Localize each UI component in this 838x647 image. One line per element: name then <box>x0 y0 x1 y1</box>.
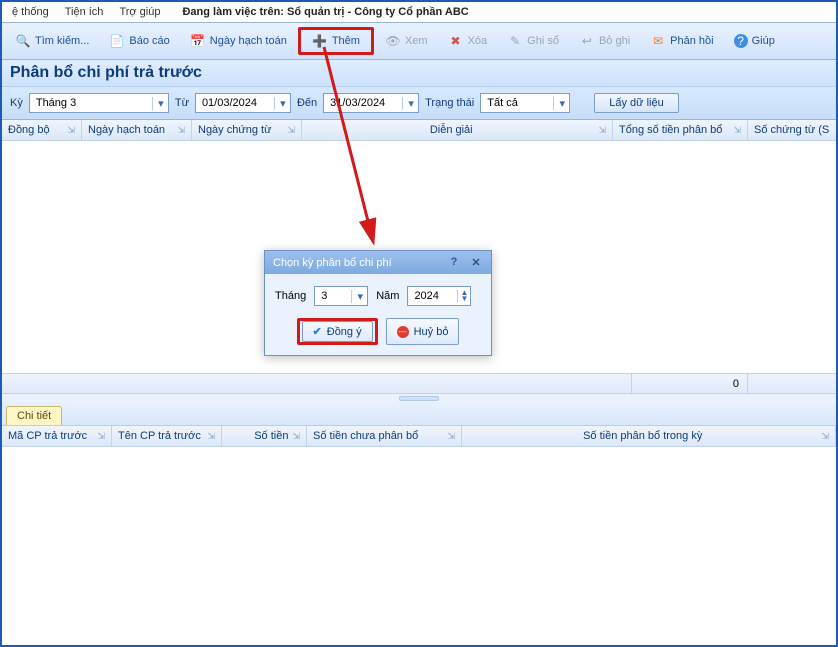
col-so-tien-pb-trong-ky[interactable]: Số tiền phân bổ trong kỳ⇲ <box>462 426 836 446</box>
to-label: Đến <box>297 97 317 109</box>
col-so-tien[interactable]: Số tiền⇲ <box>222 426 307 446</box>
month-dropdown[interactable]: 3▾ <box>314 286 368 306</box>
dialog-title: Chọn kỳ phân bổ chi phí <box>273 257 392 269</box>
pin-icon: ⇲ <box>287 125 295 136</box>
grid1-header: Đồng bộ⇲ Ngày hạch toán⇲ Ngày chứng từ⇲ … <box>2 120 836 141</box>
status-dropdown[interactable]: Tất cả▾ <box>480 93 570 113</box>
chevron-down-icon: ▾ <box>351 290 365 303</box>
help-icon: ? <box>734 34 748 48</box>
spinner-buttons[interactable]: ▲▼ <box>457 290 469 302</box>
col-tong-so-tien[interactable]: Tổng số tiền phân bổ⇲ <box>613 120 748 140</box>
pin-icon: ⇲ <box>67 125 75 136</box>
menubar: ệ thống Tiện ích Trợ giúp Đang làm việc … <box>2 2 836 23</box>
page-title: Phân bổ chi phí trả trước <box>2 60 836 87</box>
chevron-down-icon: ▾ <box>402 97 416 110</box>
cancel-icon: — <box>397 326 409 338</box>
pin-icon: ⇲ <box>177 125 185 136</box>
menu-he-thong[interactable]: ệ thống <box>6 4 55 20</box>
record-button[interactable]: ✎ Ghi sổ <box>498 30 568 52</box>
pin-icon: ⇲ <box>733 125 741 136</box>
add-button[interactable]: ➕ Thêm <box>303 30 369 52</box>
col-so-tien-chua-pb[interactable]: Số tiền chưa phân bổ⇲ <box>307 426 462 446</box>
from-label: Từ <box>175 97 189 109</box>
menu-tro-giup[interactable]: Trợ giúp <box>113 4 166 20</box>
pin-icon: ⇲ <box>97 431 105 442</box>
highlight-add: ➕ Thêm <box>298 27 374 55</box>
report-icon: 📄 <box>109 33 125 49</box>
cancel-button[interactable]: — Huỷ bỏ <box>386 318 460 345</box>
to-date-input[interactable]: 31/03/2024▾ <box>323 93 419 113</box>
dialog-chon-ky-phan-bo: Chọn kỳ phân bổ chi phí ? ✕ Tháng 3▾ Năm… <box>264 250 492 356</box>
feedback-button[interactable]: ✉ Phản hồi <box>641 30 722 52</box>
menu-tien-ich[interactable]: Tiện ích <box>59 4 110 20</box>
check-icon: ✔ <box>313 325 322 338</box>
col-dong-bo[interactable]: Đồng bộ⇲ <box>2 120 82 140</box>
grid1-total: 0 <box>631 374 748 393</box>
pin-icon: ⇲ <box>821 431 829 442</box>
eye-icon: 👁 <box>385 33 401 49</box>
from-date-input[interactable]: 01/03/2024▾ <box>195 93 291 113</box>
accounting-date-button[interactable]: 📅 Ngày hạch toán <box>181 30 296 52</box>
dialog-titlebar[interactable]: Chọn kỳ phân bổ chi phí ? ✕ <box>265 251 491 274</box>
search-icon: 🔍 <box>15 33 31 49</box>
highlight-ok: ✔ Đồng ý <box>297 318 378 345</box>
tab-chi-tiet[interactable]: Chi tiết <box>6 406 62 425</box>
period-dropdown[interactable]: Tháng 3▾ <box>29 93 169 113</box>
period-label: Kỳ <box>10 97 23 109</box>
col-dien-giai[interactable]: Diễn giải⇲ <box>302 120 613 140</box>
col-ten-cp[interactable]: Tên CP trả trước⇲ <box>112 426 222 446</box>
unrecord-icon: ↩ <box>579 33 595 49</box>
toolbar: 🔍 Tìm kiếm... 📄 Báo cáo 📅 Ngày hạch toán… <box>2 23 836 60</box>
status-label: Trạng thái <box>425 97 474 109</box>
add-icon: ➕ <box>312 33 328 49</box>
col-so-chung-tu[interactable]: Số chứng từ (S <box>748 120 836 140</box>
fetch-data-button[interactable]: Lấy dữ liệu <box>594 93 678 113</box>
chevron-down-icon: ▾ <box>274 97 288 110</box>
splitter[interactable] <box>2 394 836 402</box>
dialog-help-icon[interactable]: ? <box>447 256 461 269</box>
chevron-down-icon: ▾ <box>152 97 166 110</box>
unrecord-button[interactable]: ↩ Bỏ ghi <box>570 30 639 52</box>
grid1-footer: 0 <box>2 374 836 394</box>
report-button[interactable]: 📄 Báo cáo <box>100 30 178 52</box>
year-label: Năm <box>376 290 399 302</box>
detail-tabbar: Chi tiết <box>2 402 836 426</box>
pin-icon: ⇲ <box>207 431 215 442</box>
filter-bar: Kỳ Tháng 3▾ Từ 01/03/2024▾ Đến 31/03/202… <box>2 87 836 120</box>
col-ngay-chung-tu[interactable]: Ngày chứng từ⇲ <box>192 120 302 140</box>
year-spinner[interactable]: 2024 ▲▼ <box>407 286 471 306</box>
pin-icon: ⇲ <box>598 125 606 136</box>
help-button[interactable]: ? Giúp <box>725 31 784 51</box>
grid2-header: Mã CP trả trước⇲ Tên CP trả trước⇲ Số ti… <box>2 426 836 447</box>
delete-button[interactable]: ✖ Xóa <box>439 30 497 52</box>
month-label: Tháng <box>275 290 306 302</box>
search-button[interactable]: 🔍 Tìm kiếm... <box>6 30 98 52</box>
pin-icon: ⇲ <box>447 431 455 442</box>
calendar-icon: 📅 <box>190 33 206 49</box>
dialog-close-icon[interactable]: ✕ <box>469 256 483 269</box>
delete-icon: ✖ <box>448 33 464 49</box>
view-button[interactable]: 👁 Xem <box>376 30 437 52</box>
mail-icon: ✉ <box>650 33 666 49</box>
pen-icon: ✎ <box>507 33 523 49</box>
grid2-body[interactable] <box>2 447 836 627</box>
col-ma-cp[interactable]: Mã CP trả trước⇲ <box>2 426 112 446</box>
grip-icon <box>399 396 439 401</box>
working-on-label: Đang làm việc trên: Sổ quản trị - Công t… <box>182 6 468 18</box>
ok-button[interactable]: ✔ Đồng ý <box>302 321 373 342</box>
chevron-down-icon: ▾ <box>553 97 567 110</box>
col-ngay-hach-toan[interactable]: Ngày hạch toán⇲ <box>82 120 192 140</box>
pin-icon: ⇲ <box>292 431 300 442</box>
